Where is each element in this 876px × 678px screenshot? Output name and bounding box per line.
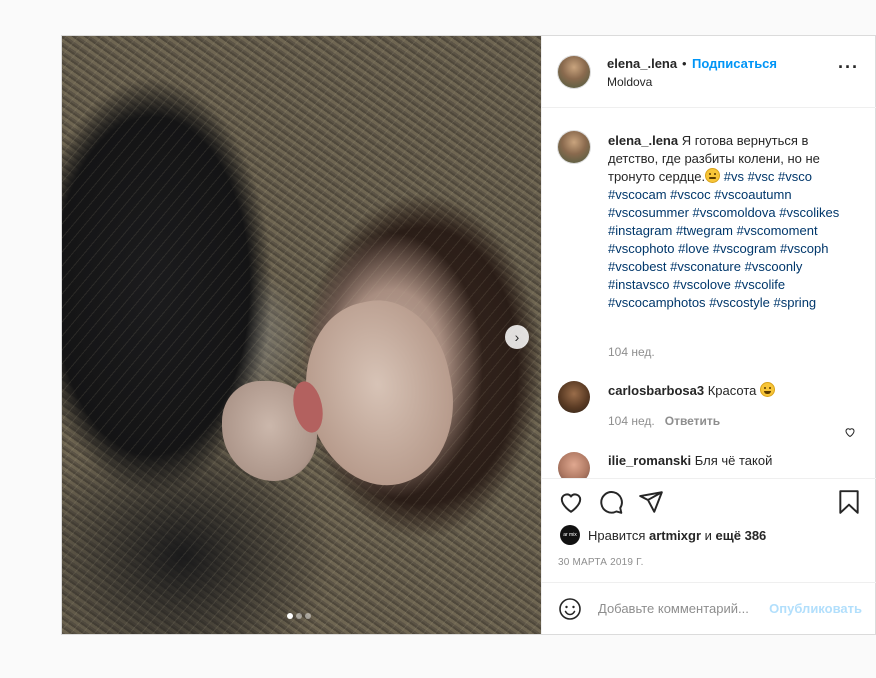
hashtag-link[interactable]: #love [678, 241, 709, 256]
post-sidebar: elena_.lena • Подписаться Moldova ··· el… [541, 36, 876, 634]
liker-avatar[interactable]: ar mix [560, 525, 580, 545]
likes-middle: и [704, 527, 712, 543]
hashtag-link[interactable]: #vsc [748, 169, 775, 184]
hashtag-link[interactable]: #instagram [608, 223, 672, 238]
next-slide-button[interactable]: › [505, 325, 529, 349]
author-avatar[interactable] [558, 56, 590, 88]
hashtag-link[interactable]: #vscostyle [709, 295, 770, 310]
bookmark-icon[interactable] [836, 489, 862, 515]
comment-item: ilie_romanski Бля чё такой [608, 453, 772, 468]
comment-input[interactable]: Добавьте комментарий... [598, 601, 749, 616]
comments-list[interactable]: elena_.lena Я готова вернуться в детство… [542, 108, 876, 478]
hashtag-link[interactable]: #vscolove [673, 277, 731, 292]
caption-username[interactable]: elena_.lena [608, 133, 678, 148]
comment-meta: 104 нед. Ответить [608, 414, 720, 428]
likes-count[interactable]: ещё 386 [716, 528, 767, 543]
comment-time: 104 нед. [608, 414, 655, 428]
photo-texture [62, 36, 541, 634]
post-header: elena_.lena • Подписаться Moldova ··· [542, 36, 876, 108]
hashtag-link[interactable]: #vscosummer [608, 205, 689, 220]
hashtag-link[interactable]: #vscolife [734, 277, 785, 292]
comment-username[interactable]: ilie_romanski [608, 453, 691, 468]
hashtag-link[interactable]: #vscophoto [608, 241, 675, 256]
hashtag-link[interactable]: #vscomoldova [693, 205, 776, 220]
likes-summary: ar mix Нравится artmixgr и ещё 386 [560, 525, 766, 545]
comment-text: Бля чё такой [694, 453, 773, 468]
carousel-dot [296, 613, 302, 619]
chevron-right-icon: › [514, 329, 520, 345]
hashtag-link[interactable]: #spring [774, 295, 817, 310]
hashtag-link[interactable]: #twegram [676, 223, 733, 238]
follow-button[interactable]: Подписаться [692, 56, 777, 71]
publish-button[interactable]: Опубликовать [769, 601, 862, 616]
likes-prefix: Нравится [588, 527, 646, 543]
hashtag-link[interactable]: #vscoc [670, 187, 710, 202]
post-date: 30 МАРТА 2019 Г. [558, 557, 644, 568]
carousel-indicator [287, 613, 311, 619]
hashtag-link[interactable]: #vscocam [608, 187, 667, 202]
comment-text: Красота [707, 383, 757, 398]
post-photo[interactable]: › [62, 36, 541, 634]
author-username[interactable]: elena_.lena [607, 56, 677, 71]
hashtag-link[interactable]: #vs [724, 169, 744, 184]
caption: elena_.lena Я готова вернуться в детство… [608, 132, 848, 312]
carousel-dot [287, 613, 293, 619]
carousel-dot [305, 613, 311, 619]
hashtag-link[interactable]: #vscocamphotos [608, 295, 706, 310]
hashtag-link[interactable]: #vscomoment [737, 223, 818, 238]
caption-time: 104 нед. [608, 345, 655, 359]
comment-icon[interactable] [598, 489, 624, 515]
hashtag-link[interactable]: #vscogram [713, 241, 777, 256]
post-card: › elena_.lena • Подписаться Moldova ··· … [61, 35, 876, 635]
hashtag-link[interactable]: #vsconature [670, 259, 741, 274]
hashtag-link[interactable]: #vscoonly [745, 259, 803, 274]
comment-like-icon[interactable] [844, 426, 856, 438]
comment-avatar[interactable] [558, 381, 590, 413]
heart-icon[interactable] [558, 489, 584, 515]
hashtag-link[interactable]: #vscoautumn [714, 187, 791, 202]
caption-hashtags: #vs #vsc #vsco #vscocam #vscoc #vscoautu… [608, 169, 839, 310]
post-actions: ar mix Нравится artmixgr и ещё 386 30 МА… [542, 478, 876, 582]
emoji-icon[interactable] [558, 597, 582, 621]
hashtag-link[interactable]: #vscobest [608, 259, 667, 274]
hashtag-link[interactable]: #vsco [778, 169, 812, 184]
hashtag-link[interactable]: #instavsco [608, 277, 669, 292]
hashtag-link[interactable]: #vscolikes [779, 205, 839, 220]
liker-username[interactable]: artmixgr [649, 528, 701, 543]
caption-avatar[interactable] [558, 131, 590, 163]
more-horizontal-icon[interactable]: ··· [838, 58, 859, 76]
separator-dot: • [682, 56, 687, 71]
add-comment-bar: Добавьте комментарий... Опубликовать [542, 582, 876, 634]
reply-button[interactable]: Ответить [665, 414, 720, 428]
comment-username[interactable]: carlosbarbosa3 [608, 383, 704, 398]
neutral-face-emoji [705, 168, 721, 183]
comment-item: carlosbarbosa3 Красота [608, 382, 776, 398]
comment-avatar[interactable] [558, 452, 590, 478]
post-location[interactable]: Moldova [607, 75, 652, 89]
smiling-face-emoji [760, 382, 776, 397]
hashtag-link[interactable]: #vscoph [780, 241, 828, 256]
share-icon[interactable] [638, 489, 664, 515]
